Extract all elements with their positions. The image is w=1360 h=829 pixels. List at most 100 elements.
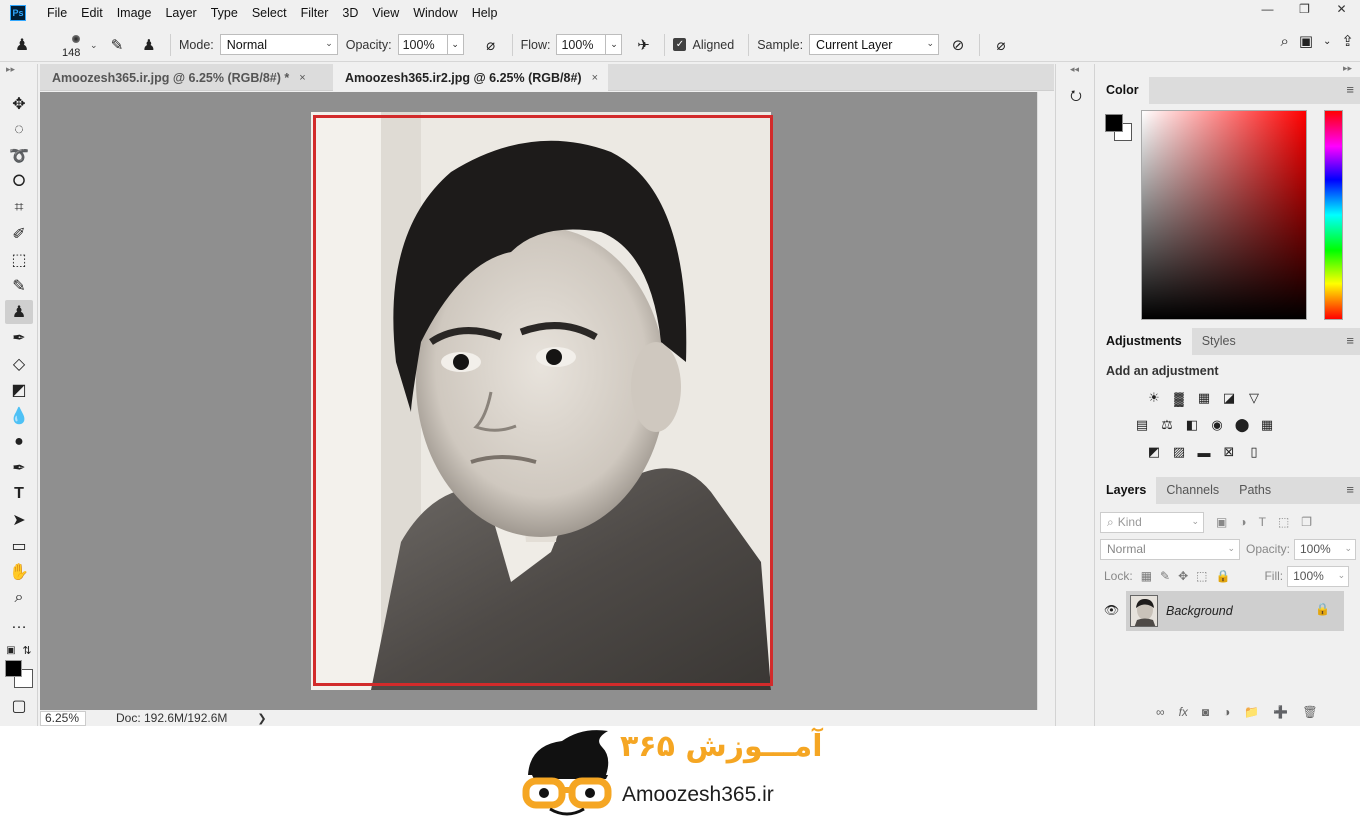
rectangle-tool-icon[interactable]: ▭ [5,534,33,558]
lock-position-icon[interactable]: ✥ [1178,569,1188,583]
brush-settings-icon[interactable]: ✎ [104,32,130,58]
tab-channels[interactable]: Channels [1156,477,1229,504]
pressure-opacity-icon[interactable]: ⌀ [478,32,504,58]
zoom-level-input[interactable]: 6.25% [40,710,86,726]
brightness-contrast-icon[interactable]: ☀ [1146,390,1162,406]
layer-opacity-input[interactable]: 100% ⌄ [1294,538,1356,560]
new-group-icon[interactable]: 📁 [1244,705,1259,719]
posterize-icon[interactable]: ▨ [1171,444,1187,460]
lock-image-icon[interactable]: ✎ [1160,569,1170,583]
hue-slider[interactable] [1324,110,1343,320]
lock-all-icon[interactable]: 🔒 [1216,569,1231,583]
photo-filter-icon[interactable]: ◉ [1209,417,1225,433]
filter-adjustment-icon[interactable]: ◑ [1239,515,1246,529]
foreground-color-swatch[interactable] [5,660,22,677]
restore-icon[interactable]: ❐ [1286,0,1323,18]
hand-tool-icon[interactable]: ✋ [5,560,33,584]
menu-file[interactable]: File [40,0,74,26]
filter-pixel-icon[interactable]: ▣ [1216,515,1227,529]
pressure-size-icon[interactable]: ⌀ [988,32,1014,58]
tab-styles[interactable]: Styles [1192,328,1246,355]
menu-layer[interactable]: Layer [158,0,203,26]
crop-tool-icon[interactable]: ⌗ [5,196,33,220]
dodge-tool-icon[interactable]: ● [5,430,33,454]
color-panel-foreground-swatch[interactable] [1105,114,1123,132]
menu-type[interactable]: Type [204,0,245,26]
sample-select[interactable]: Current Layer ⌄ [809,34,940,55]
filter-type-icon[interactable]: T [1259,515,1266,529]
link-layers-icon[interactable]: ∞ [1156,705,1165,719]
color-balance-icon[interactable]: ⚖ [1159,417,1175,433]
pen-tool-icon[interactable]: ✒ [5,456,33,480]
tab-document-1[interactable]: Amoozesh365.ir.jpg @ 6.25% (RGB/8#) * × [40,64,316,91]
hue-saturation-icon[interactable]: ▤ [1134,417,1150,433]
delete-layer-icon[interactable]: 🗑 [1302,705,1317,719]
panel-menu-icon[interactable]: ≡ [1346,482,1354,497]
tab-adjustments[interactable]: Adjustments [1096,328,1192,355]
color-saturation-field[interactable] [1141,110,1307,320]
expand-icon[interactable]: ▸▸ [1343,63,1352,74]
fill-input[interactable]: 100% ⌄ [1287,565,1350,587]
minimize-icon[interactable]: — [1249,0,1286,18]
menu-filter[interactable]: Filter [294,0,336,26]
lock-artboard-icon[interactable]: ⬚ [1196,569,1207,583]
clone-stamp-tool-preset-icon[interactable]: ♟ [0,30,44,60]
opacity-input[interactable]: 100% [397,34,448,55]
new-layer-icon[interactable]: ➕ [1273,705,1288,719]
mode-select[interactable]: Normal ⌄ [219,34,338,55]
aligned-checkbox[interactable]: ✓ [673,38,687,51]
layer-style-icon[interactable]: fx [1179,705,1188,719]
brush-preset-picker[interactable]: 148 ⌄ [62,30,98,60]
layer-mask-icon[interactable]: ◙ [1202,705,1209,719]
airbrush-icon[interactable]: ✈ [630,32,656,58]
opacity-slider-chevron-icon[interactable]: ⌄ [447,34,464,55]
filter-smart-object-icon[interactable]: ❐ [1301,515,1312,529]
selective-color-icon[interactable]: ⊠ [1221,444,1237,460]
menu-help[interactable]: Help [465,0,505,26]
close-icon[interactable]: × [299,72,305,84]
close-window-icon[interactable]: ✕ [1323,0,1360,18]
vibrance-icon[interactable]: ▽ [1246,390,1262,406]
flow-slider-chevron-icon[interactable]: ⌄ [606,34,623,55]
eyedropper-tool-icon[interactable]: ✐ [5,222,33,246]
black-white-icon[interactable]: ◧ [1184,417,1200,433]
exposure-icon[interactable]: ◪ [1221,390,1237,406]
clone-source-icon[interactable]: ♟ [136,32,162,58]
flow-input[interactable]: 100% [556,34,607,55]
blend-mode-select[interactable]: Normal ⌄ [1100,538,1240,560]
ignore-adjustment-layers-icon[interactable]: ⊘ [945,32,971,58]
collapse-icon[interactable]: ▸▸ [6,64,15,75]
threshold-icon[interactable]: ▬ [1196,444,1212,460]
zoom-tool-icon[interactable]: ⌕ [5,586,33,610]
menu-window[interactable]: Window [406,0,464,26]
menu-select[interactable]: Select [245,0,294,26]
eye-icon[interactable]: 👁 [1104,603,1119,617]
color-lookup-icon[interactable]: ▦ [1259,417,1275,433]
new-adjustment-layer-icon[interactable]: ◑ [1223,705,1230,719]
filter-shape-icon[interactable]: ⬚ [1278,515,1289,529]
search-icon[interactable]: ⌕ [1280,33,1288,50]
menu-edit[interactable]: Edit [74,0,110,26]
quick-mask-icon[interactable]: ▢ [5,694,33,718]
curves-icon[interactable]: ▦ [1196,390,1212,406]
tab-paths[interactable]: Paths [1229,477,1281,504]
menu-view[interactable]: View [365,0,406,26]
move-tool-icon[interactable]: ✥ [5,92,33,116]
blur-tool-icon[interactable]: 💧 [5,404,33,428]
tab-layers[interactable]: Layers [1096,477,1157,504]
tab-document-2[interactable]: Amoozesh365.ir2.jpg @ 6.25% (RGB/8#) × [333,64,609,91]
menu-3d[interactable]: 3D [335,0,365,26]
share-icon[interactable]: ⇪ [1341,32,1354,50]
gradient-map-icon[interactable]: ▯ [1246,444,1262,460]
canvas-area[interactable] [40,92,1037,710]
clone-stamp-tool-icon[interactable]: ♟ [5,300,33,324]
menu-image[interactable]: Image [110,0,159,26]
path-selection-tool-icon[interactable]: ➤ [5,508,33,532]
layer-item[interactable]: Background 🔒 [1126,591,1344,631]
swap-colors-icon[interactable]: ⇅ [18,638,36,662]
close-icon[interactable]: × [592,72,598,84]
eraser-tool-icon[interactable]: ◇ [5,352,33,376]
filter-kind-select[interactable]: ⌕ Kind ⌄ [1100,511,1204,533]
channel-mixer-icon[interactable]: ⬤ [1234,417,1250,433]
layer-row-background[interactable]: 👁 Background 🔒 [1096,591,1360,631]
